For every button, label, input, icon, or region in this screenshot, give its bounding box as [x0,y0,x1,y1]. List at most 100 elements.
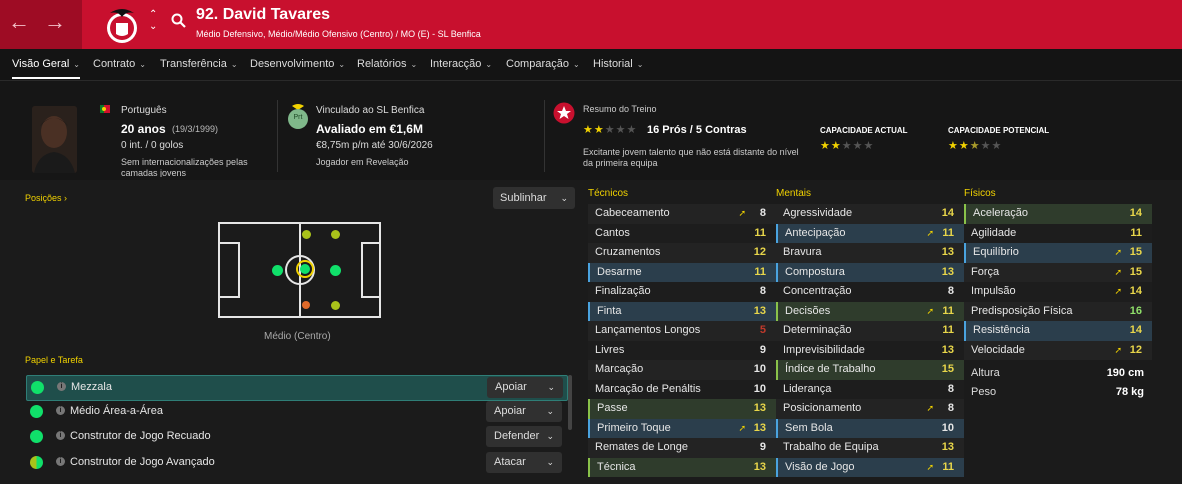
info-icon[interactable]: i [56,457,65,466]
attribute-row[interactable]: Trabalho de Equipa 13 [776,438,964,458]
training-description: Excitante jovem talento que não está dis… [583,147,799,168]
attribute-row[interactable]: Marcação de Penáltis 10 [588,379,776,399]
attribute-row[interactable]: Primeiro Toque ➚ 13 [588,418,776,438]
attribute-row[interactable]: Aceleração 14 [964,204,1152,224]
attribute-row[interactable]: Marcação 10 [588,360,776,380]
attribute-name: Equilíbrio [973,246,1019,258]
attribute-row[interactable]: Finta 13 [588,301,776,321]
attribute-row[interactable]: Decisões ➚ 11 [776,301,964,321]
player-value: Avaliado em €1,6M [316,122,423,136]
attribute-value: 13 [753,402,766,414]
attribute-row[interactable]: Índice de Trabalho 15 [776,360,964,380]
attribute-name: Marcação [595,363,644,375]
role-row[interactable]: i Médio Área-a-Área Apoiar ⌄ [26,400,566,424]
attribute-row[interactable]: Cruzamentos 12 [588,243,776,263]
role-row[interactable]: i Mezzala Apoiar ⌄ [26,375,568,401]
tab-transferencia[interactable]: Transferência ⌄ [160,58,238,70]
attribute-row[interactable]: Antecipação ➚ 11 [776,223,964,243]
attribute-row[interactable]: Impulsão ➚ 14 [964,282,1152,302]
attribute-value: 10 [753,363,766,375]
divider [544,100,545,172]
attribute-value: 13 [753,460,766,473]
attribute-row[interactable]: Livres 9 [588,340,776,360]
pros-cons: 16 Prós / 5 Contras [647,124,747,136]
info-icon[interactable]: i [56,406,65,415]
tab-contrato[interactable]: Contrato ⌄ [93,58,146,70]
attribute-name: Decisões [785,304,831,317]
duty-dropdown[interactable]: Apoiar ⌄ [487,377,563,398]
search-icon[interactable] [171,13,187,29]
tab-historial[interactable]: Historial ⌄ [593,58,643,70]
club-badge-text: Prt [293,114,303,121]
tab-interaccao[interactable]: Interacção ⌄ [430,58,492,70]
attribute-row[interactable]: Compostura 13 [776,262,964,282]
attribute-row[interactable]: Desarme 11 [588,262,776,282]
player-switch-icon[interactable]: ⌃ ⌄ [149,9,157,33]
club-crest-icon [107,9,137,43]
attribute-row[interactable]: Imprevisibilidade 13 [776,340,964,360]
forward-icon[interactable]: → [44,10,66,34]
role-suitability-icon [30,456,43,469]
attribute-row[interactable]: Passe 13 [588,399,776,419]
tab-desenvolvimento[interactable]: Desenvolvimento ⌄ [250,58,345,70]
role-row[interactable]: i Construtor de Jogo Avançado Atacar ⌄ [26,451,566,475]
attribute-row[interactable]: Agilidade 11 [964,223,1152,243]
duty-dropdown[interactable]: Apoiar ⌄ [486,401,562,422]
attribute-name: Desarme [597,265,642,278]
highlight-dropdown[interactable]: Sublinhar ⌄ [493,187,575,209]
attribute-value: 11 [942,304,954,317]
attribute-name: Lançamentos Longos [595,324,701,336]
attribute-row[interactable]: Equilíbrio ➚ 15 [964,243,1152,263]
height-label: Altura [971,367,1000,379]
attribute-row[interactable]: Agressividade 14 [776,204,964,224]
attribute-row[interactable]: Posicionamento ➚ 8 [776,399,964,419]
duty-dropdown[interactable]: Defender ⌄ [486,426,562,447]
attribute-value: 14 [1129,324,1142,336]
attribute-row[interactable]: Concentração 8 [776,282,964,302]
attribute-row[interactable]: Remates de Longe 9 [588,438,776,458]
attribute-row[interactable]: Cabeceamento ➚ 8 [588,204,776,224]
attribute-name: Remates de Longe [595,441,688,453]
international-caps: 0 int. / 0 golos [121,140,184,151]
info-icon[interactable]: i [56,431,65,440]
back-icon[interactable]: ← [8,10,30,34]
attribute-row[interactable]: Resistência 14 [964,321,1152,341]
attribute-name: Força [971,265,1000,278]
scrollbar[interactable] [568,375,572,430]
attribute-value: 8 [947,402,954,414]
attribute-row[interactable]: Sem Bola 10 [776,418,964,438]
date-of-birth: (19/3/1999) [172,124,219,134]
attribute-row[interactable]: Determinação 11 [776,321,964,341]
role-suitability-icon [31,381,44,394]
trend-arrow-icon: ➚ [1114,266,1122,277]
role-name: Construtor de Jogo Recuado [70,430,211,442]
attribute-value: 13 [941,343,954,356]
wage: €8,75m p/m até 30/6/2026 [316,140,433,151]
attribute-row[interactable]: Bravura 13 [776,243,964,263]
attribute-name: Concentração [783,285,852,297]
duty-dropdown[interactable]: Atacar ⌄ [486,452,562,473]
tab-relatorios[interactable]: Relatórios ⌄ [357,58,417,70]
attribute-name: Passe [597,402,628,414]
attribute-name: Aceleração [973,207,1029,219]
attribute-row[interactable]: Lançamentos Longos 5 [588,321,776,341]
role-row[interactable]: i Construtor de Jogo Recuado Defender ⌄ [26,425,566,449]
attribute-row[interactable]: Predisposição Física 16 [964,301,1152,321]
trend-arrow-icon: ➚ [926,305,934,316]
attribute-row[interactable]: Liderança 8 [776,379,964,399]
attribute-name: Cruzamentos [595,246,661,258]
attribute-row[interactable]: Finalização 8 [588,282,776,302]
attribute-row[interactable]: Velocidade ➚ 12 [964,340,1152,360]
tab-visao-geral[interactable]: Visão Geral ⌄ [12,58,80,79]
tab-comparacao[interactable]: Comparação ⌄ [506,58,580,70]
attribute-row[interactable]: Técnica 13 [588,457,776,477]
attribute-value: 9 [759,343,766,356]
attribute-name: Finalização [595,285,651,297]
attribute-row[interactable]: Força ➚ 15 [964,262,1152,282]
positions-link[interactable]: Posições › [25,193,67,203]
info-icon[interactable]: i [57,382,66,391]
technical-attributes: Técnicos Cabeceamento ➚ 8 Cantos 11 Cruzament… [588,188,776,477]
attribute-row[interactable]: Cantos 11 [588,223,776,243]
attribute-value: 15 [1129,265,1142,278]
attribute-row[interactable]: Visão de Jogo ➚ 11 [776,457,964,477]
